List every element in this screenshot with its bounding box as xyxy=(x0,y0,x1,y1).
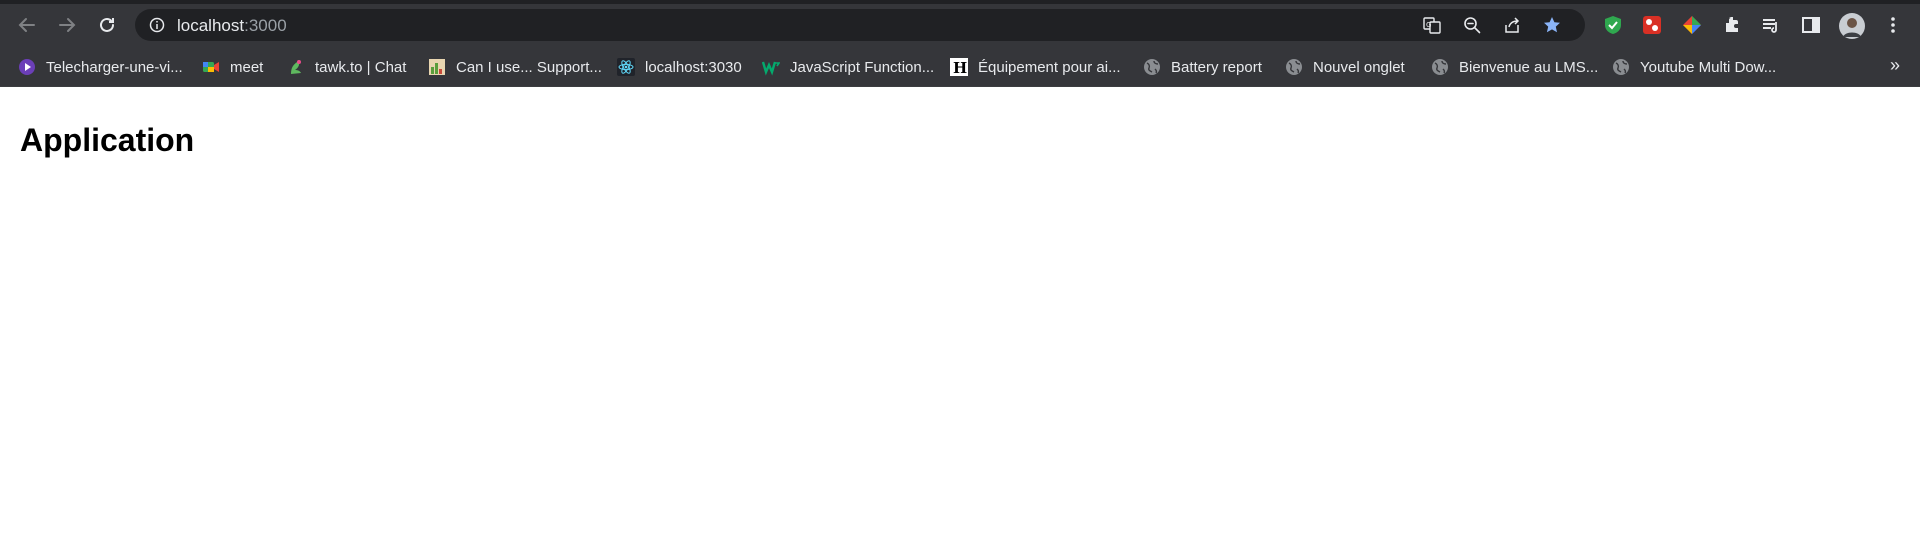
bookmark-item[interactable]: Nouvel onglet xyxy=(1285,56,1405,78)
menu-kebab-icon[interactable] xyxy=(1882,14,1904,36)
extensions-icon[interactable] xyxy=(1721,14,1743,36)
bookmark-label: Bienvenue au LMS... xyxy=(1459,58,1599,76)
bookmark-item[interactable]: Youtube Multi Dow... xyxy=(1612,56,1776,78)
bookmark-label: Équipement pour ai... xyxy=(978,58,1121,76)
star-icon[interactable] xyxy=(1542,15,1562,35)
globe-icon xyxy=(1143,58,1161,76)
more-bookmarks-button[interactable]: » xyxy=(1890,55,1900,76)
svg-text:G: G xyxy=(1426,21,1431,29)
arrow-right-icon xyxy=(59,18,76,32)
bookmark-label: JavaScript Function... xyxy=(790,58,935,76)
bookmark-item[interactable]: tawk.to | Chat xyxy=(287,56,406,78)
bookmark-label: Battery report xyxy=(1171,58,1262,76)
google-meet-icon xyxy=(202,58,220,76)
globe-icon xyxy=(1285,58,1303,76)
svg-text:H: H xyxy=(953,59,967,76)
url-host: localhost xyxy=(177,16,245,35)
bookmark-item[interactable]: Telecharger-une-vi... xyxy=(18,56,183,78)
zoom-out-icon[interactable] xyxy=(1462,15,1482,35)
globe-icon xyxy=(1431,58,1449,76)
bookmark-item[interactable]: meet xyxy=(202,56,263,78)
url-port: :3000 xyxy=(244,16,287,35)
caniuse-icon xyxy=(428,58,446,76)
bookmark-label: Nouvel onglet xyxy=(1313,58,1405,76)
back-button[interactable] xyxy=(14,12,40,38)
reload-icon xyxy=(100,17,114,32)
forward-button[interactable] xyxy=(54,12,80,38)
bookmark-label: localhost:3030 xyxy=(645,58,742,76)
info-icon[interactable] xyxy=(149,17,165,33)
bookmarks-bar: Telecharger-une-vi... meet tawk.to | Cha… xyxy=(0,46,1920,87)
bookmark-item[interactable]: JavaScript Function... xyxy=(762,56,934,78)
bookmark-item[interactable]: Battery report xyxy=(1143,56,1262,78)
puzzle-ext-icon[interactable] xyxy=(1641,14,1663,36)
arrow-left-icon xyxy=(18,18,35,32)
side-panel-icon[interactable] xyxy=(1800,14,1822,36)
reading-list-icon[interactable] xyxy=(1760,14,1782,36)
globe-icon xyxy=(1612,58,1630,76)
bookmark-item[interactable]: Can I use... Support... xyxy=(428,56,602,78)
address-bar[interactable]: localhost:3000 G xyxy=(135,9,1585,41)
adguard-shield-icon[interactable] xyxy=(1602,14,1624,36)
bookmark-label: Can I use... Support... xyxy=(456,58,602,76)
bookmark-item[interactable]: localhost:3030 xyxy=(617,56,742,78)
browser-toolbar: localhost:3000 G xyxy=(0,4,1920,46)
bookmark-label: Telecharger-une-vi... xyxy=(46,58,183,76)
tawk-icon xyxy=(287,58,305,76)
bookmark-label: Youtube Multi Dow... xyxy=(1640,58,1777,76)
video-play-icon xyxy=(18,58,36,76)
profile-avatar-icon[interactable] xyxy=(1838,12,1866,40)
h-letter-icon: H xyxy=(950,58,968,76)
share-icon[interactable] xyxy=(1502,15,1522,35)
translate-icon[interactable]: G xyxy=(1422,15,1442,35)
bookmark-item[interactable]: Bienvenue au LMS... xyxy=(1431,56,1598,78)
bookmark-label: meet xyxy=(230,58,264,76)
bookmark-item[interactable]: H Équipement pour ai... xyxy=(950,56,1121,78)
reload-button[interactable] xyxy=(94,12,120,38)
react-icon xyxy=(617,58,635,76)
bookmark-label: tawk.to | Chat xyxy=(315,58,407,76)
color-picker-icon[interactable] xyxy=(1681,14,1703,36)
browser-chrome: localhost:3000 G Telecharger-une-vi... m… xyxy=(0,0,1920,87)
w3-icon xyxy=(762,58,780,76)
url-text[interactable]: localhost:3000 xyxy=(177,16,287,36)
page-content: Application xyxy=(0,87,1920,159)
page-title: Application xyxy=(20,122,195,158)
